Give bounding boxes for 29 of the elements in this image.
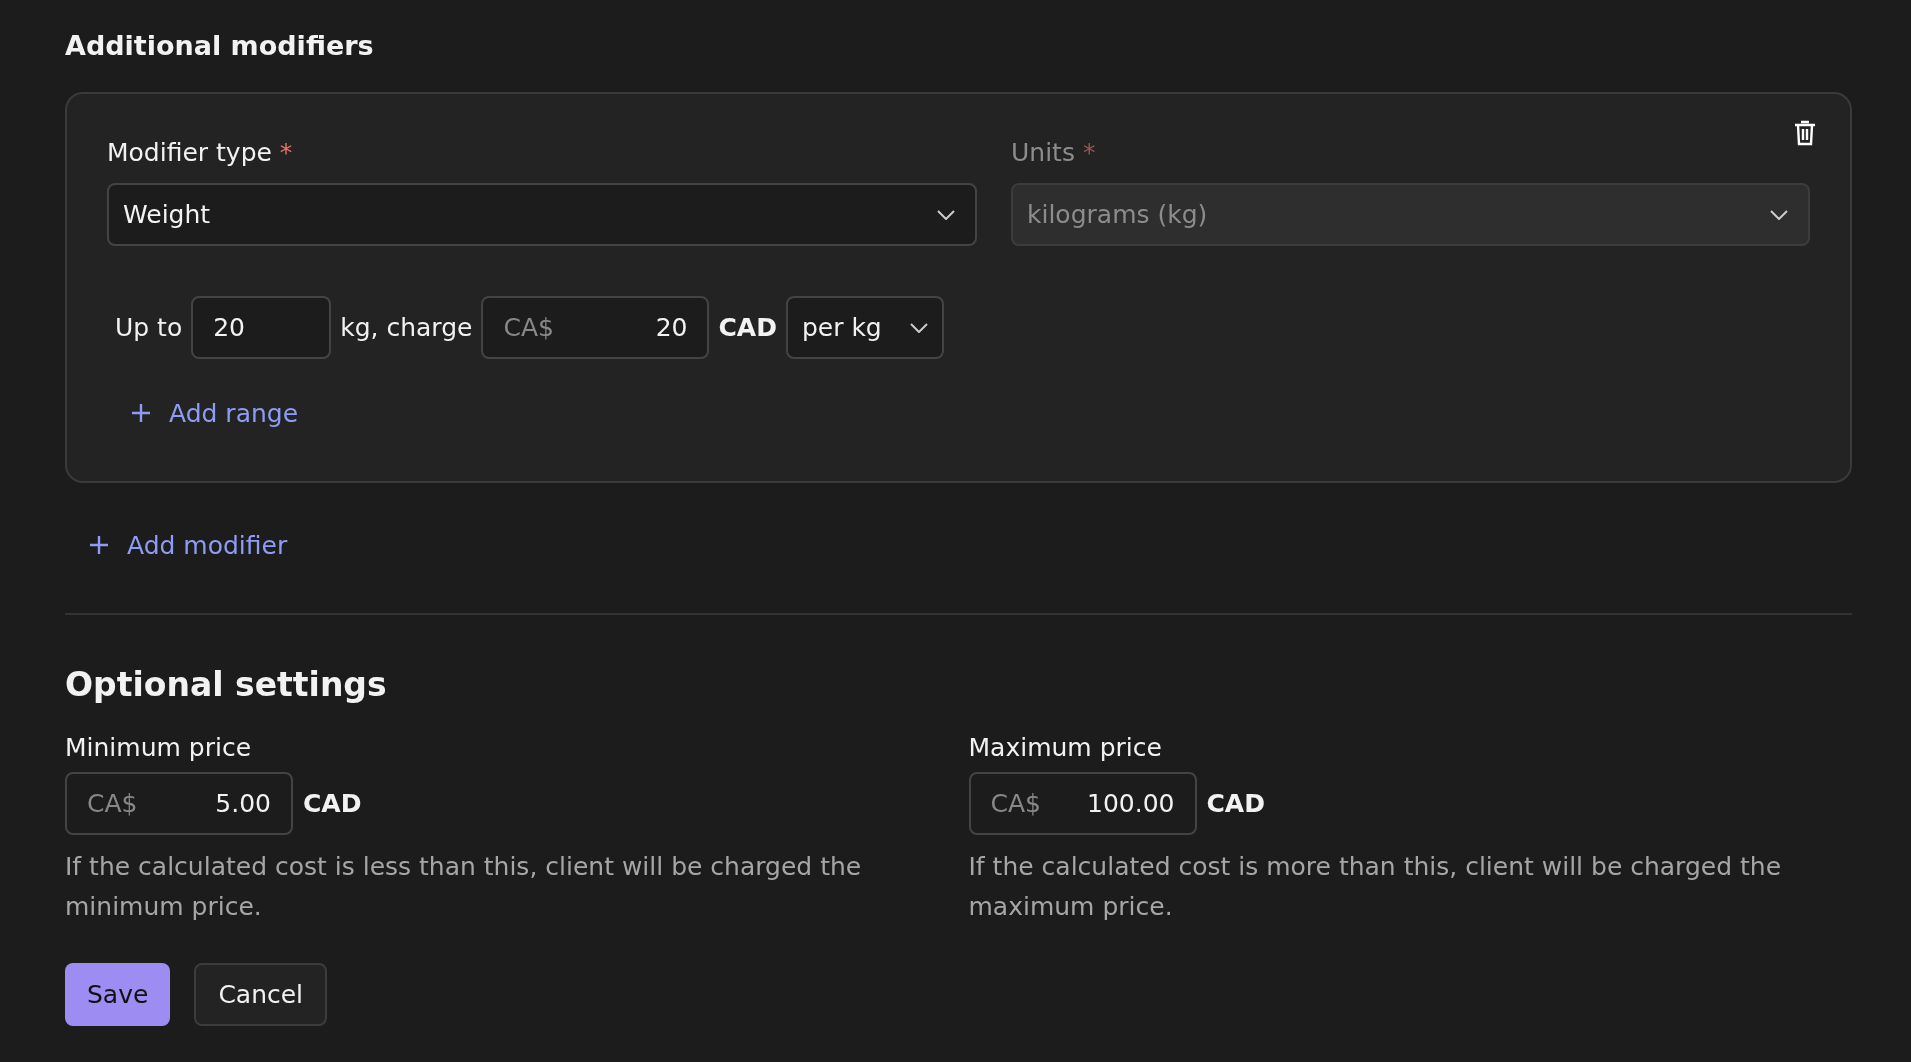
save-button[interactable]: Save: [65, 963, 171, 1026]
trash-icon[interactable]: [1794, 120, 1816, 146]
plus-icon: [89, 535, 109, 555]
field-label: Units *: [1011, 138, 1097, 167]
field-label: Maximum price: [968, 733, 1163, 762]
currency-label: CAD: [718, 313, 777, 342]
section-title: Additional modifiers: [65, 29, 375, 63]
price-input[interactable]: CA$ 5.00: [65, 772, 293, 835]
select-field[interactable]: Weight: [107, 183, 977, 246]
plus-icon: [131, 403, 151, 423]
range-label: Up to: [115, 313, 183, 342]
add-range-button[interactable]: Add range: [131, 391, 299, 435]
chevron-down-icon: [1770, 209, 1788, 220]
currency-label: CAD: [303, 789, 362, 818]
field-label: Minimum price: [65, 733, 253, 762]
cancel-button[interactable]: Cancel: [194, 963, 328, 1026]
range-label: kg, charge: [340, 313, 473, 342]
add-modifier-button[interactable]: Add modifier: [89, 523, 288, 567]
section-title: Optional settings: [65, 664, 388, 706]
amount-input[interactable]: CA$ 20: [481, 296, 710, 359]
chevron-down-icon: [909, 322, 928, 333]
help-text: If the calculated cost is more than this, client will be charged the maximum price.: [968, 851, 1783, 923]
chevron-down-icon: [937, 209, 955, 220]
price-input[interactable]: CA$ 100.00: [968, 772, 1197, 835]
field-label: Modifier type *: [107, 138, 294, 167]
limit-input[interactable]: 20: [191, 296, 332, 359]
help-text: If the calculated cost is less than this, client will be charged the minimum price.: [65, 851, 863, 923]
rate-select[interactable]: per kg: [785, 296, 944, 359]
currency-label: CAD: [1206, 789, 1265, 818]
